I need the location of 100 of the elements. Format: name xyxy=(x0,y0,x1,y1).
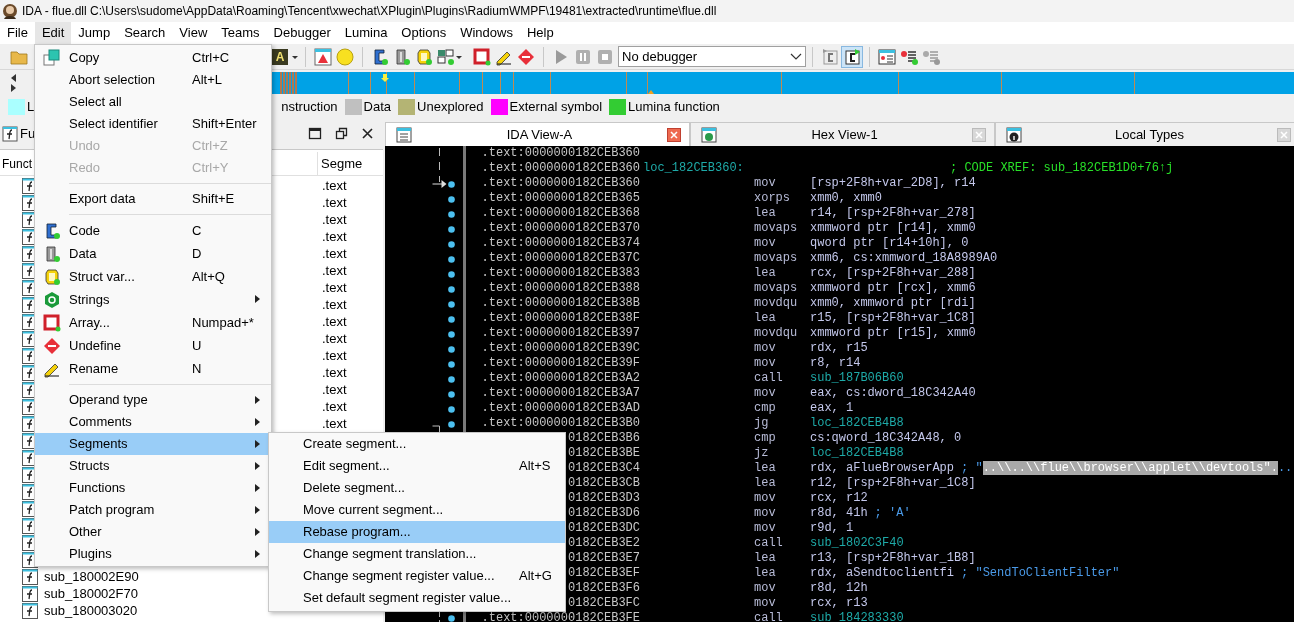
menu-item[interactable]: Patch program xyxy=(35,499,271,521)
function-icon xyxy=(22,568,38,585)
mnemonic: mov xyxy=(754,506,776,520)
mnemonic: cmp xyxy=(754,431,776,445)
menu-item[interactable]: Operand type xyxy=(35,389,271,411)
menu-item[interactable]: Copy Ctrl+C xyxy=(35,46,271,69)
code-window-icon[interactable] xyxy=(841,45,863,68)
menu-item[interactable]: Comments xyxy=(35,411,271,433)
menu-item[interactable]: Rebase program... xyxy=(269,521,565,543)
submenu-arrow-icon xyxy=(255,484,261,492)
window-title: IDA - flue.dll C:\Users\sudome\AppData\Roaming\Tencent\xwechat\XPlugin\Plugins\RadiumWMPF\19481\extracted\runtime\flue.dll xyxy=(22,3,717,20)
mnemonic: call xyxy=(754,536,783,550)
submenu-arrow-icon xyxy=(255,506,261,514)
circle-icon[interactable] xyxy=(334,45,356,68)
menu-item[interactable]: Set default segment register value... xyxy=(269,587,565,609)
menu-bar-item[interactable]: Lumina xyxy=(337,22,395,44)
menu-item[interactable]: Change segment translation... xyxy=(269,543,565,565)
mnemonic: lea xyxy=(754,566,776,580)
function-name[interactable]: sub_180002E90 xyxy=(44,568,139,584)
tab-label: IDA View-A xyxy=(505,125,574,144)
legend-label: Lumina function xyxy=(628,98,720,117)
segment-cell-text: .text xyxy=(322,397,347,416)
function-name[interactable]: sub_180003020 xyxy=(44,602,138,618)
operands: r8d, 12h xyxy=(810,581,868,596)
menu-item[interactable]: Plugins xyxy=(35,543,271,565)
mnemonic: movdqu xyxy=(754,326,798,340)
panel-title[interactable]: Fu xyxy=(20,123,36,144)
menu-item[interactable]: Export data Shift+E xyxy=(35,188,271,210)
menu-bar-item[interactable]: Help xyxy=(519,22,561,44)
chevron-down-icon xyxy=(790,52,802,61)
function-name[interactable]: sub_180002F70 xyxy=(44,585,138,601)
menu-item[interactable]: Code C xyxy=(35,219,271,242)
menu-item[interactable]: Structs xyxy=(35,455,271,477)
operands: loc_182CEB4B8 xyxy=(810,416,904,431)
menu-bar-item[interactable]: Debugger xyxy=(266,22,338,44)
address: .text:0000000182CEB368 xyxy=(481,206,640,221)
menu-item[interactable]: Other xyxy=(35,521,271,543)
tab[interactable]: IDA View-A xyxy=(385,122,690,146)
tab[interactable]: Hex View-1 xyxy=(690,122,995,146)
menu-item[interactable]: Create segment... xyxy=(269,433,565,455)
segment-cell-text: .text xyxy=(322,346,347,365)
legend-label: L xyxy=(27,98,35,117)
menu-bar-item[interactable]: Jump xyxy=(71,22,118,44)
menu-item[interactable]: Delete segment... xyxy=(269,477,565,499)
address: .text:0000000182CEB3AD xyxy=(481,401,640,416)
menu-bar-item[interactable]: Windows xyxy=(453,22,520,44)
menu-bar-item[interactable]: File xyxy=(0,22,35,44)
segment-cell-text: .text xyxy=(322,329,347,348)
menu-item[interactable]: Edit segment... Alt+S xyxy=(269,455,565,477)
comment: ; 'A' xyxy=(874,506,911,521)
address: 0182CEB3D6 xyxy=(568,506,640,521)
menu-item[interactable]: Functions xyxy=(35,477,271,499)
mnemonic: lea xyxy=(754,206,776,220)
comment: ; "SendToClientFilter" xyxy=(961,566,1120,581)
menu-item[interactable]: Select identifier Shift+Enter xyxy=(35,113,271,135)
operands: xmm6, cs:xmmword_18A8989A0 xyxy=(810,251,998,266)
operands: xmm0, xmm0 xyxy=(810,191,882,206)
menu-item[interactable]: Array... Numpad+* xyxy=(35,311,271,334)
menu-item[interactable]: Change segment register value... Alt+G xyxy=(269,565,565,587)
address: .text:0000000182CEB3B0 xyxy=(481,416,640,431)
operands: eax, 1 xyxy=(810,401,854,416)
mnemonic: lea xyxy=(754,461,776,475)
shortcut-label: Numpad+* xyxy=(192,313,254,332)
menu-item[interactable]: Undefine U xyxy=(35,334,271,357)
menu-item[interactable]: Rename N xyxy=(35,357,271,380)
segment-cell-text: .text xyxy=(322,261,347,280)
scroll-arrows-icon[interactable] xyxy=(8,73,18,93)
menu-item[interactable]: Move current segment... xyxy=(269,499,565,521)
code-label[interactable]: loc_182CEB360: xyxy=(643,161,744,175)
column-header[interactable]: Segme xyxy=(318,151,363,176)
submenu-arrow-icon xyxy=(255,396,261,404)
address: 0182CEB3B6 xyxy=(568,431,640,446)
operands: rdx, aFlueBrowserApp xyxy=(810,461,955,476)
menu-item[interactable]: Data D xyxy=(35,242,271,265)
operands: loc_182CEB4B8 xyxy=(810,446,904,461)
menu-item[interactable]: Abort selection Alt+L xyxy=(35,69,271,91)
menu-bar-item[interactable]: View xyxy=(172,22,215,44)
shortcut-label: N xyxy=(192,359,202,378)
operands: qword ptr [r14+10h], 0 xyxy=(810,236,969,251)
address: .text:0000000182CEB38B xyxy=(481,296,640,311)
address: .text:0000000182CEB365 xyxy=(481,191,640,206)
shortcut-label: C xyxy=(192,221,202,240)
address: .text:0000000182CEB3A2 xyxy=(481,371,640,386)
menu-item[interactable]: Struct var... Alt+Q xyxy=(35,265,271,288)
text-style-button[interactable]: A xyxy=(272,48,288,65)
warning-window-icon[interactable] xyxy=(312,45,334,68)
address: 0182CEB3DC xyxy=(568,521,640,536)
menu-item[interactable]: Strings xyxy=(35,288,271,311)
menu-item[interactable]: Select all xyxy=(35,91,271,113)
menu-item[interactable]: Segments xyxy=(35,433,271,455)
tab[interactable]: Local Types xyxy=(995,122,1294,146)
strings-icon xyxy=(43,290,61,309)
address: .text:0000000182CEB38F xyxy=(481,311,640,326)
address: 0182CEB3FC xyxy=(568,596,640,611)
mnemonic: cmp xyxy=(754,401,776,415)
menu-bar-item[interactable]: Edit xyxy=(34,22,72,44)
menu-bar-item[interactable]: Search xyxy=(117,22,173,44)
menu-bar-item[interactable]: Teams xyxy=(214,22,267,44)
debugger-select[interactable]: No debugger xyxy=(618,46,806,67)
menu-bar-item[interactable]: Options xyxy=(394,22,454,44)
